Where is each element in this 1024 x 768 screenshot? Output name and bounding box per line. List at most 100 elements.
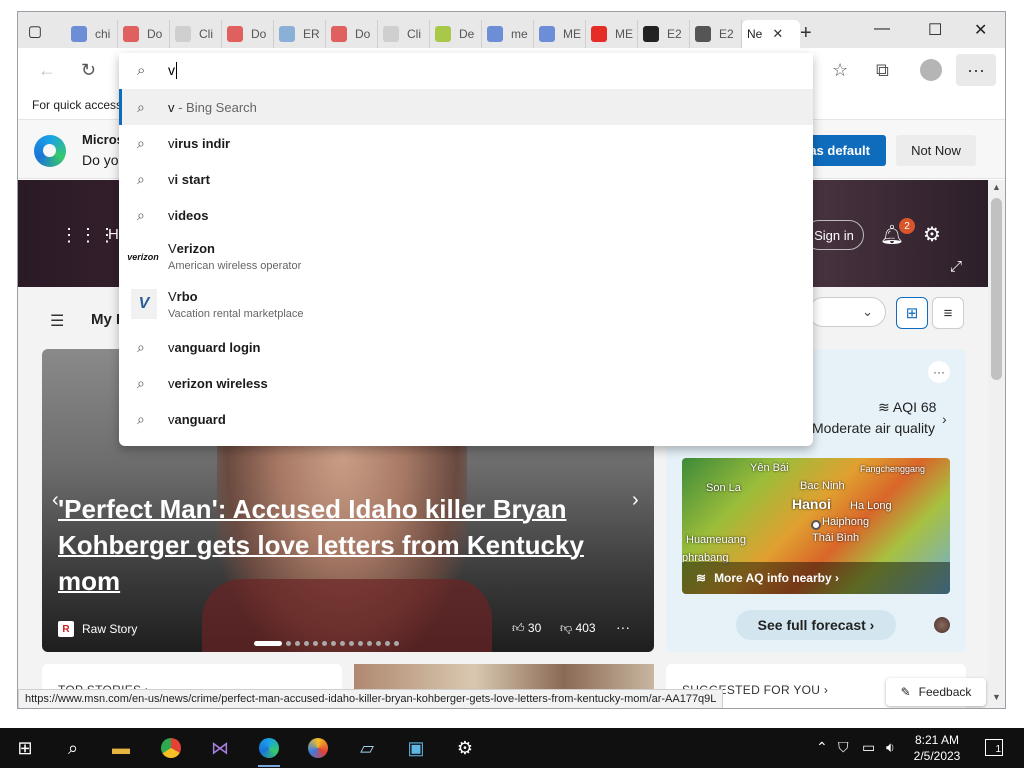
profile-avatar-icon[interactable]: [920, 59, 942, 81]
chevron-right-icon[interactable]: ›: [942, 411, 947, 427]
expand-icon[interactable]: ⤢: [950, 258, 962, 275]
browser-tab[interactable]: chi: [66, 20, 118, 48]
my-feed-label[interactable]: My I: [91, 311, 120, 328]
back-icon[interactable]: ←: [38, 60, 56, 81]
notification-center-icon[interactable]: 1: [985, 739, 1003, 756]
carousel-dot[interactable]: [367, 641, 372, 646]
carousel-dot[interactable]: [304, 641, 309, 646]
carousel-dot[interactable]: [331, 641, 336, 646]
suggestion-item[interactable]: ⌕ vanguard login: [119, 329, 813, 365]
grid-view-button[interactable]: ⊞: [896, 297, 928, 329]
system-clock[interactable]: 8:21 AM 2/5/2023: [910, 732, 964, 764]
more-aq-link[interactable]: ≋ More AQ info nearby ›: [682, 562, 950, 594]
browser-tab[interactable]: Do: [118, 20, 170, 48]
browser-tab[interactable]: E2: [638, 20, 690, 48]
carousel-dot[interactable]: [286, 641, 291, 646]
minimize-icon[interactable]: —: [874, 20, 890, 38]
not-now-button[interactable]: Not Now: [896, 135, 976, 166]
tab-actions-icon[interactable]: ▢: [24, 20, 46, 42]
browser-tab[interactable]: me: [482, 20, 534, 48]
carousel-dot[interactable]: [385, 641, 390, 646]
collections-icon[interactable]: ⧉: [876, 60, 889, 81]
chrome-icon[interactable]: [158, 736, 184, 760]
maximize-icon[interactable]: ☐: [928, 20, 942, 40]
map-label: Ha Long: [850, 500, 892, 512]
browser-icon[interactable]: [305, 736, 331, 760]
aqi-value[interactable]: ≋ AQI 68: [878, 399, 936, 416]
visual-studio-icon[interactable]: ⋈: [207, 736, 233, 760]
carousel-dot[interactable]: [322, 641, 327, 646]
dislike-count[interactable]: 👎︎ 403: [560, 621, 596, 636]
menu-hamburger-icon[interactable]: ☰: [50, 311, 64, 331]
github-icon: [643, 26, 659, 42]
browser-tab[interactable]: ER: [274, 20, 326, 48]
file-explorer-icon[interactable]: ▬: [108, 736, 134, 760]
tab-title: E2: [719, 27, 734, 41]
settings-gear-icon[interactable]: ⚙: [452, 736, 478, 760]
page-settings-gear-icon[interactable]: ⚙: [923, 222, 941, 247]
full-forecast-button[interactable]: See full forecast ›: [736, 610, 896, 640]
volume-icon[interactable]: 🔉︎: [886, 739, 895, 756]
carousel-dot[interactable]: [313, 641, 318, 646]
refresh-icon[interactable]: ↻: [81, 60, 96, 81]
browser-tab[interactable]: De: [430, 20, 482, 48]
notepad-icon[interactable]: ▱: [354, 736, 380, 760]
edge-icon[interactable]: [256, 736, 282, 767]
carousel-dot[interactable]: [340, 641, 345, 646]
suggestion-item[interactable]: ⌕ videos: [119, 197, 813, 233]
suggestion-item[interactable]: ⌕ verizon wireless: [119, 365, 813, 401]
security-icon[interactable]: ⛉: [838, 739, 849, 756]
suggestion-item[interactable]: ⌕ virus indir: [119, 125, 813, 161]
vertical-scrollbar[interactable]: ▲ ▼: [988, 180, 1005, 708]
list-view-button[interactable]: ≡: [932, 297, 964, 329]
address-bar[interactable]: ⌕ v: [119, 53, 813, 89]
show-hidden-icons-icon[interactable]: ⌃: [816, 739, 828, 756]
carousel-next-icon[interactable]: ›: [632, 489, 639, 512]
active-tab[interactable]: Ne ✕: [742, 20, 800, 48]
settings-more-icon[interactable]: ···: [956, 54, 996, 86]
browser-tab[interactable]: Do: [222, 20, 274, 48]
suggestion-item[interactable]: ⌕ v - Bing Search: [119, 89, 813, 125]
search-icon[interactable]: ⌕: [60, 736, 86, 760]
browser-tab[interactable]: Do: [326, 20, 378, 48]
windows-start-icon[interactable]: ⊞: [12, 736, 38, 760]
suggestion-item[interactable]: ⌕ vanguard: [119, 401, 813, 437]
carousel-dot[interactable]: [254, 641, 282, 646]
carousel-dot[interactable]: [358, 641, 363, 646]
verizon-logo-icon: verizon: [127, 252, 159, 262]
close-window-icon[interactable]: ✕: [974, 20, 987, 40]
like-count[interactable]: 👍︎ 30: [512, 621, 541, 636]
browser-tab[interactable]: Cli: [170, 20, 222, 48]
aq-map[interactable]: Yên Bái Fangchenggang Son La Bac Ninh Ha…: [682, 458, 950, 594]
remote-desktop-icon[interactable]: ▣: [403, 736, 429, 760]
suggestion-item[interactable]: verizon Verizon American wireless operator: [119, 233, 813, 281]
address-bar-text[interactable]: v: [168, 62, 175, 78]
carousel-dot[interactable]: [295, 641, 300, 646]
carousel-dot[interactable]: [349, 641, 354, 646]
news-source[interactable]: Raw Story: [82, 622, 137, 636]
browser-tab[interactable]: E2: [690, 20, 742, 48]
close-tab-icon[interactable]: ✕: [772, 26, 783, 42]
likes-value: 30: [527, 621, 542, 635]
search-icon: ⌕: [137, 207, 145, 223]
browser-tab[interactable]: Cli: [378, 20, 430, 48]
feed-dropdown[interactable]: ⌄: [808, 297, 886, 327]
network-icon[interactable]: ▭: [862, 739, 875, 756]
carousel-dot[interactable]: [394, 641, 399, 646]
news-headline[interactable]: 'Perfect Man': Accused Idaho killer Brya…: [58, 491, 618, 599]
scroll-up-icon[interactable]: ▲: [992, 182, 1001, 192]
feedback-button[interactable]: ✎ Feedback: [886, 678, 986, 706]
more-options-icon[interactable]: ···: [616, 619, 630, 635]
carousel-dot[interactable]: [376, 641, 381, 646]
browser-tab[interactable]: ME: [534, 20, 586, 48]
suggestion-item[interactable]: V Vrbo Vacation rental marketplace: [119, 281, 813, 329]
scrollbar-thumb[interactable]: [991, 198, 1002, 380]
weather-more-icon[interactable]: ···: [928, 361, 950, 383]
favorites-star-icon[interactable]: ☆: [832, 60, 848, 81]
new-tab-icon[interactable]: +: [800, 23, 812, 43]
scroll-down-icon[interactable]: ▼: [992, 692, 1001, 702]
aq-description[interactable]: Moderate air quality: [812, 420, 935, 436]
sign-in-button[interactable]: Sign in: [804, 220, 864, 250]
suggestion-item[interactable]: ⌕ vi start: [119, 161, 813, 197]
browser-tab[interactable]: ME: [586, 20, 638, 48]
